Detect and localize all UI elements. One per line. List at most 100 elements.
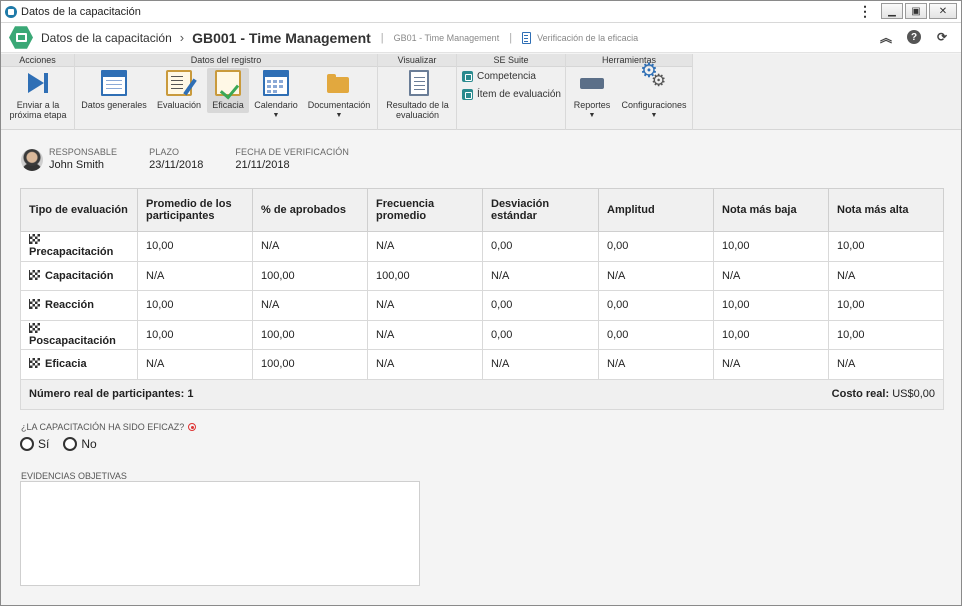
send-next-stage-button[interactable]: Enviar a la próxima etapa — [5, 70, 71, 120]
table-row: Precapacitación 10,00 N/A N/A 0,00 0,00 … — [20, 231, 944, 262]
button-label: Calendario — [254, 100, 298, 110]
divider: | — [380, 31, 384, 44]
evaluation-type-cell: Capacitación — [20, 260, 138, 291]
participants-count: Número real de participantes: 1 — [29, 388, 194, 400]
table-footer-row: Número real de participantes: 1 Costo re… — [20, 378, 944, 410]
evaluation-results-table: Tipo de evaluación Promedio de los parti… — [20, 188, 944, 410]
reports-button[interactable]: Reportes ▼ — [570, 70, 614, 121]
title-bar: Datos de la capacitación ⋮ ▁ ▣ ✕ — [1, 1, 961, 23]
table-cell: 10,00 — [137, 231, 253, 262]
efficacy-button[interactable]: Eficacia — [207, 68, 249, 113]
header-actions: ︽ ? ⟳ — [879, 30, 949, 45]
avatar — [21, 149, 43, 171]
question-label: ¿LA CAPACITACIÓN HA SIDO EFICAZ? — [21, 422, 185, 432]
table-cell: 10,00 — [713, 231, 829, 262]
header-link-verification[interactable]: Verificación de la eficacia — [537, 33, 638, 43]
ribbon-group-datos-registro: Datos del registro Datos generales Evalu… — [75, 54, 378, 130]
table-cell: N/A — [367, 349, 483, 380]
calendar-button[interactable]: Calendario ▼ — [253, 70, 299, 121]
printer-icon — [579, 70, 605, 97]
header-link-training[interactable]: GB01 - Time Management — [394, 33, 500, 43]
kebab-menu-icon[interactable]: ⋮ — [858, 4, 872, 18]
group-title: Herramientas — [566, 54, 692, 67]
column-header: Nota más alta — [828, 188, 944, 232]
document-icon — [522, 31, 532, 44]
evaluation-type-cell: Reacción — [20, 290, 138, 321]
cost-value: US$0,00 — [892, 388, 935, 400]
general-data-button[interactable]: Datos generales — [79, 70, 149, 110]
table-row: Reacción 10,00 N/A N/A 0,00 0,00 10,00 1… — [20, 290, 944, 321]
evaluation-type-cell: Poscapacitación — [20, 319, 138, 350]
table-cell: N/A — [598, 349, 714, 380]
evaluation-item-icon — [462, 89, 473, 100]
radio-yes[interactable]: Sí — [20, 437, 49, 451]
evidence-textarea[interactable] — [20, 481, 420, 586]
table-cell: 0,00 — [598, 319, 714, 350]
link-label: Competencia — [477, 71, 536, 82]
table-footer: Número real de participantes: 1 Costo re… — [20, 378, 944, 410]
checkered-flag-icon — [29, 269, 40, 280]
chevron-down-icon: ▼ — [335, 112, 343, 119]
button-label: Reportes — [573, 100, 611, 110]
radio-circle[interactable] — [20, 437, 34, 451]
documentation-button[interactable]: Documentación ▼ — [305, 70, 373, 121]
evaluation-type-cell: Precapacitación — [20, 231, 138, 262]
button-label: Eficacia — [212, 100, 244, 110]
checkered-flag-icon — [29, 234, 40, 245]
table-cell: 100,00 — [252, 260, 368, 291]
competence-link[interactable]: Competencia — [462, 71, 536, 82]
column-header: Amplitud — [598, 188, 714, 232]
settings-button[interactable]: Configuraciones ▼ — [618, 66, 690, 121]
record-summary: RESPONSABLE John Smith PLAZO 23/11/2018 … — [21, 147, 381, 171]
group-title: Datos del registro — [75, 54, 377, 67]
collapse-up-icon[interactable]: ︽ — [879, 30, 893, 45]
evaluation-result-button[interactable]: Resultado de la evaluación — [382, 70, 453, 120]
table-cell: 0,00 — [598, 231, 714, 262]
column-header: Nota más baja — [713, 188, 829, 232]
refresh-icon[interactable]: ⟳ — [935, 30, 949, 44]
chevron-down-icon: ▼ — [588, 112, 596, 119]
group-title: Acciones — [1, 54, 74, 67]
competence-icon — [462, 71, 473, 82]
ribbon-toolbar: Acciones Enviar a la próxima etapa Datos… — [1, 54, 961, 130]
responsible-label: RESPONSABLE — [49, 147, 118, 157]
table-cell: 100,00 — [252, 349, 368, 380]
button-label: Resultado de la evaluación — [386, 100, 449, 120]
ribbon-group-visualizar: Visualizar Resultado de la evaluación — [378, 54, 457, 130]
table-cell: 0,00 — [482, 319, 599, 350]
maximize-icon[interactable]: ▣ — [905, 3, 927, 19]
deadline-value: 23/11/2018 — [149, 159, 204, 171]
cell-text: Precapacitación — [29, 246, 114, 259]
deadline-block: PLAZO 23/11/2018 — [149, 147, 203, 171]
button-label: Evaluación — [156, 100, 202, 110]
table-cell: 10,00 — [713, 290, 829, 321]
evaluation-type-cell: Eficacia — [20, 349, 138, 380]
breadcrumb-root[interactable]: Datos de la capacitación — [41, 31, 172, 45]
evidence-label: EVIDENCIAS OBJETIVAS — [21, 471, 127, 481]
table-cell: N/A — [367, 231, 483, 262]
divider: | — [509, 31, 513, 44]
training-module-icon — [9, 26, 33, 49]
close-icon[interactable]: ✕ — [929, 3, 957, 19]
column-header: Desviación estándar — [482, 188, 599, 232]
table-cell: N/A — [482, 260, 599, 291]
radio-no[interactable]: No — [63, 437, 97, 451]
cell-text: Capacitación — [45, 269, 114, 282]
minimize-icon[interactable]: ▁ — [881, 3, 903, 19]
evaluation-button[interactable]: Evaluación — [155, 70, 203, 110]
radio-circle[interactable] — [63, 437, 78, 451]
button-label: Configuraciones — [621, 100, 687, 110]
required-icon — [188, 423, 197, 431]
report-document-icon — [409, 70, 429, 96]
chevron-down-icon: ▼ — [272, 112, 280, 119]
evaluation-item-link[interactable]: Ítem de evaluación — [462, 89, 561, 100]
button-label: Enviar a la próxima etapa — [9, 100, 67, 120]
table-cell: N/A — [713, 349, 829, 380]
cell-text: Reacción — [45, 299, 94, 312]
breadcrumb-separator-icon: › — [179, 30, 185, 45]
table-cell: 10,00 — [713, 319, 829, 350]
checkered-flag-icon — [29, 299, 40, 310]
send-forward-icon — [25, 70, 51, 96]
help-icon[interactable]: ? — [907, 30, 921, 44]
table-row: Eficacia N/A 100,00 N/A N/A N/A N/A N/A — [20, 349, 944, 380]
